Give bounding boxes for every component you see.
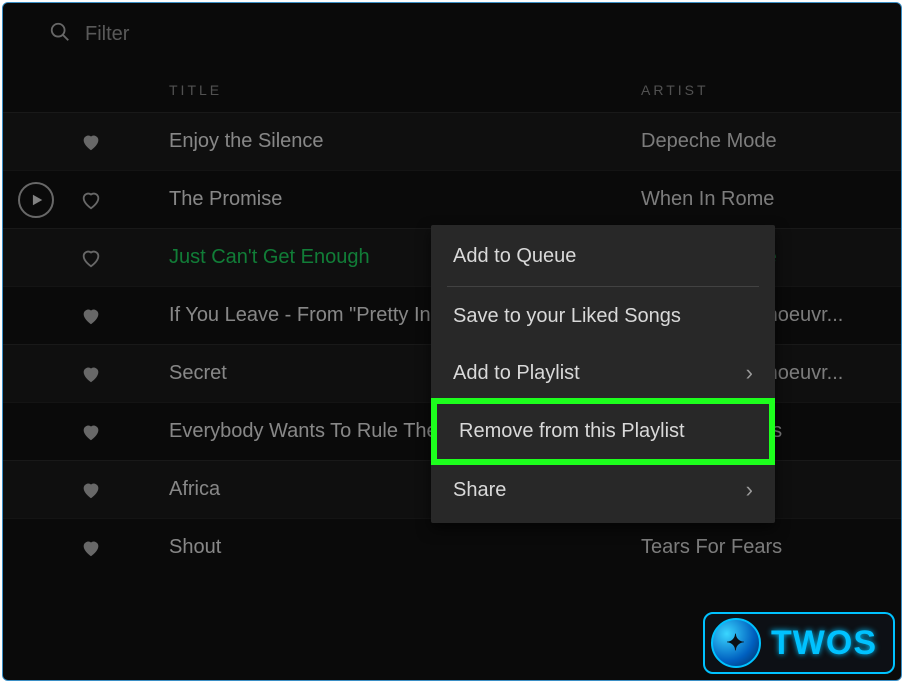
- track-artist: When In Rome: [641, 188, 901, 211]
- like-button[interactable]: [69, 131, 113, 153]
- column-title: TITLE: [169, 82, 641, 98]
- ctx-label: Add to Queue: [453, 245, 576, 268]
- ctx-remove-from-playlist[interactable]: Remove from this Playlist: [431, 398, 775, 465]
- watermark-logo-icon: ✦: [711, 618, 761, 668]
- column-artist: ARTIST: [641, 82, 901, 98]
- like-button[interactable]: [69, 363, 113, 385]
- like-button[interactable]: [69, 421, 113, 443]
- ctx-label: Save to your Liked Songs: [453, 305, 681, 328]
- like-button[interactable]: [69, 537, 113, 559]
- ctx-save-liked[interactable]: Save to your Liked Songs: [431, 289, 775, 344]
- track-title: Shout: [169, 536, 641, 559]
- like-button[interactable]: [69, 479, 113, 501]
- track-title: Enjoy the Silence: [169, 130, 641, 153]
- track-title: The Promise: [169, 188, 641, 211]
- track-artist: Tears For Fears: [641, 536, 901, 559]
- ctx-add-to-queue[interactable]: Add to Queue: [431, 229, 775, 284]
- like-button[interactable]: [69, 189, 113, 211]
- search-icon: [49, 21, 85, 48]
- ctx-label: Remove from this Playlist: [459, 420, 685, 443]
- ctx-label: Share: [453, 479, 506, 502]
- filter-row: [3, 3, 901, 72]
- column-headers: TITLE ARTIST: [3, 72, 901, 112]
- ctx-label: Add to Playlist: [453, 362, 580, 385]
- chevron-right-icon: ›: [746, 477, 753, 503]
- watermark-badge: ✦ TWOS: [703, 612, 895, 674]
- track-artist: Depeche Mode: [641, 130, 901, 153]
- like-button[interactable]: [69, 247, 113, 269]
- watermark-text: TWOS: [771, 624, 877, 663]
- track-row[interactable]: The PromiseWhen In Rome: [3, 170, 901, 228]
- ctx-add-playlist[interactable]: Add to Playlist ›: [431, 344, 775, 402]
- app-frame: TITLE ARTIST Enjoy the SilenceDepeche Mo…: [2, 2, 902, 681]
- context-menu: Add to Queue Save to your Liked Songs Ad…: [431, 225, 775, 523]
- filter-input[interactable]: [85, 23, 285, 46]
- play-button[interactable]: [18, 182, 54, 218]
- ctx-share[interactable]: Share ›: [431, 461, 775, 519]
- ctx-divider: [447, 286, 759, 287]
- track-row[interactable]: ShoutTears For Fears: [3, 518, 901, 576]
- track-row[interactable]: Enjoy the SilenceDepeche Mode: [3, 112, 901, 170]
- like-button[interactable]: [69, 305, 113, 327]
- chevron-right-icon: ›: [746, 360, 753, 386]
